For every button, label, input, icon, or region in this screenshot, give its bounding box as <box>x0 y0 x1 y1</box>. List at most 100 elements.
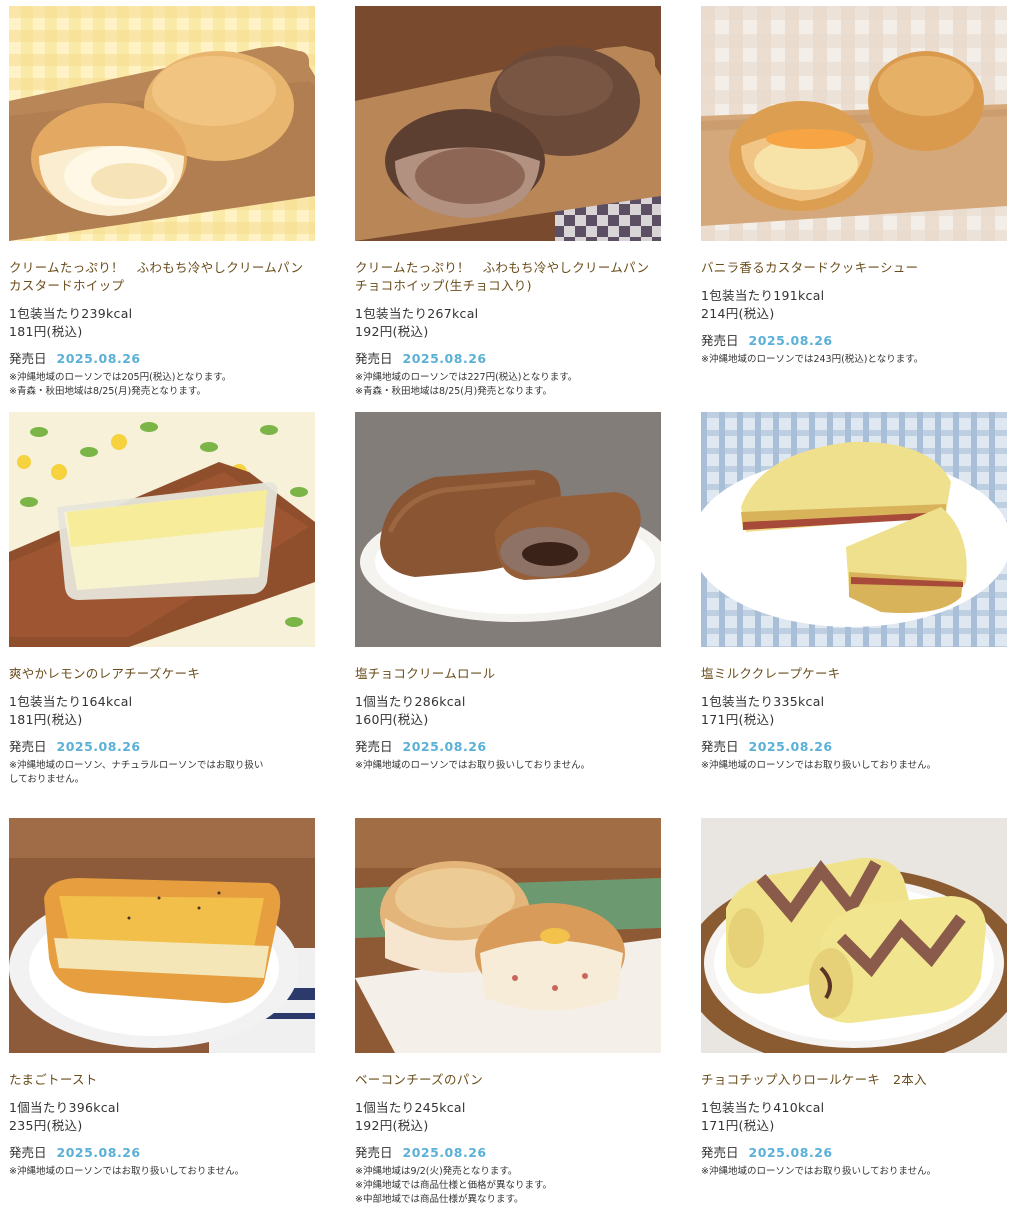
product-notes: ※沖縄地域は9/2(火)発売となります。 ※沖縄地域では商品仕様と価格が異なりま… <box>355 1165 661 1207</box>
product-calories: 1包装当たり239kcal <box>9 306 133 321</box>
product-name[interactable]: ベーコンチーズのパン <box>355 1071 661 1089</box>
note-line: ※沖縄地域のローソンではお取り扱いしておりません。 <box>701 1166 937 1177</box>
product-calories: 1個当たり245kcal <box>355 1100 466 1115</box>
product-card[interactable]: クリームたっぷり！ ふわもち冷やしクリームパン チョコホイップ(生チョコ入り) … <box>355 6 662 412</box>
product-price: 192円(税込) <box>355 1118 429 1133</box>
release-date: 2025.08.26 <box>56 351 141 366</box>
release-date: 2025.08.26 <box>56 739 141 754</box>
note-line: ※沖縄地域のローソンではお取り扱いしておりません。 <box>701 760 937 771</box>
release-date: 2025.08.26 <box>748 333 833 348</box>
product-card[interactable]: 塩チョコクリームロール 1個当たり286kcal 160円(税込) 発売日 202… <box>355 412 661 818</box>
product-notes: ※沖縄地域のローソンでは205円(税込)となります。 ※青森・秋田地域は8/25… <box>9 371 315 399</box>
release-info: 発売日 2025.08.26 <box>701 739 1007 755</box>
release-date: 2025.08.26 <box>748 739 833 754</box>
product-photo[interactable] <box>701 412 1007 647</box>
note-line: しておりません。 <box>9 774 85 785</box>
release-info: 発売日 2025.08.26 <box>9 1145 315 1161</box>
release-info: 発売日 2025.08.26 <box>701 1145 1007 1161</box>
release-label: 発売日 <box>355 739 393 754</box>
product-calories: 1包装当たり410kcal <box>701 1100 825 1115</box>
product-photo[interactable] <box>701 6 1007 241</box>
release-label: 発売日 <box>355 1145 393 1160</box>
product-notes: ※沖縄地域のローソンではお取り扱いしておりません。 <box>355 759 661 773</box>
product-name[interactable]: 爽やかレモンのレアチーズケーキ <box>9 665 315 683</box>
product-notes: ※沖縄地域のローソンでは227円(税込)となります。 ※青森・秋田地域は8/25… <box>355 371 661 399</box>
product-card[interactable]: チョコチップ入りロールケーキ 2本入 1包装当たり410kcal 171円(税込… <box>701 818 1007 1218</box>
release-date: 2025.08.26 <box>56 1145 141 1160</box>
product-card[interactable]: 爽やかレモンのレアチーズケーキ 1包装当たり164kcal 181円(税込) 発… <box>9 412 315 818</box>
product-photo[interactable] <box>355 412 661 647</box>
release-date: 2025.08.26 <box>402 1145 487 1160</box>
product-calories: 1個当たり396kcal <box>9 1100 120 1115</box>
product-calories: 1包装当たり191kcal <box>701 288 825 303</box>
release-info: 発売日 2025.08.26 <box>9 351 315 367</box>
product-name[interactable]: 塩チョコクリームロール <box>355 665 661 683</box>
note-line: ※中部地域では商品仕様が異なります。 <box>355 1194 524 1205</box>
release-label: 発売日 <box>701 739 739 754</box>
release-info: 発売日 2025.08.26 <box>9 739 315 755</box>
product-notes: ※沖縄地域のローソンではお取り扱いしておりません。 <box>701 759 1007 773</box>
product-calories: 1包装当たり164kcal <box>9 694 133 709</box>
product-price: 235円(税込) <box>9 1118 83 1133</box>
release-label: 発売日 <box>9 351 47 366</box>
release-label: 発売日 <box>9 1145 47 1160</box>
product-grid: クリームたっぷり！ ふわもち冷やしクリームパン カスタードホイップ 1包装当たり… <box>9 6 1009 1218</box>
note-line: ※沖縄地域のローソンでは205円(税込)となります。 <box>9 372 232 383</box>
egg-toast-photo <box>9 818 315 1053</box>
product-calories: 1個当たり286kcal <box>355 694 466 709</box>
product-price: 171円(税込) <box>701 1118 775 1133</box>
product-notes: ※沖縄地域のローソン、ナチュラルローソンではお取り扱い しておりません。 <box>9 759 315 787</box>
product-card[interactable]: クリームたっぷり！ ふわもち冷やしクリームパン カスタードホイップ 1包装当たり… <box>9 6 316 412</box>
product-calories: 1包装当たり335kcal <box>701 694 825 709</box>
product-card[interactable]: 塩ミルククレープケーキ 1包装当たり335kcal 171円(税込) 発売日 20… <box>701 412 1007 818</box>
product-price: 171円(税込) <box>701 712 775 727</box>
product-calories: 1包装当たり267kcal <box>355 306 479 321</box>
product-photo[interactable] <box>9 6 315 241</box>
choco-chip-roll-cake-photo <box>701 818 1007 1053</box>
product-name[interactable]: クリームたっぷり！ ふわもち冷やしクリームパン チョコホイップ(生チョコ入り) <box>355 259 662 295</box>
product-name[interactable]: 塩ミルククレープケーキ <box>701 665 1007 683</box>
product-price: 181円(税込) <box>9 712 83 727</box>
product-photo[interactable] <box>701 818 1007 1053</box>
salt-choco-roll-photo <box>355 412 661 647</box>
product-card[interactable]: たまごトースト 1個当たり396kcal 235円(税込) 発売日 2025.08… <box>9 818 315 1218</box>
release-date: 2025.08.26 <box>748 1145 833 1160</box>
product-photo[interactable] <box>355 6 661 241</box>
product-name[interactable]: たまごトースト <box>9 1071 315 1089</box>
product-photo[interactable] <box>355 818 661 1053</box>
product-price: 181円(税込) <box>9 324 83 339</box>
release-label: 発売日 <box>701 333 739 348</box>
product-name[interactable]: バニラ香るカスタードクッキーシュー <box>701 259 1007 277</box>
product-photo[interactable] <box>9 412 315 647</box>
release-info: 発売日 2025.08.26 <box>355 1145 661 1161</box>
release-info: 発売日 2025.08.26 <box>355 739 661 755</box>
release-date: 2025.08.26 <box>402 739 487 754</box>
product-name[interactable]: チョコチップ入りロールケーキ 2本入 <box>701 1071 1007 1089</box>
note-line: ※青森・秋田地域は8/25(月)発売となります。 <box>355 386 552 397</box>
note-line: ※沖縄地域のローソンではお取り扱いしておりません。 <box>355 760 591 771</box>
milk-crepe-cake-photo <box>701 412 1007 647</box>
product-price: 214円(税込) <box>701 306 775 321</box>
product-name[interactable]: クリームたっぷり！ ふわもち冷やしクリームパン カスタードホイップ <box>9 259 316 295</box>
release-label: 発売日 <box>9 739 47 754</box>
product-photo[interactable] <box>9 818 315 1053</box>
custard-cream-bun-photo <box>9 6 315 241</box>
note-line: ※沖縄地域のローソンではお取り扱いしておりません。 <box>9 1166 245 1177</box>
product-card[interactable]: ベーコンチーズのパン 1個当たり245kcal 192円(税込) 発売日 2025… <box>355 818 661 1218</box>
note-line: ※沖縄地域のローソン、ナチュラルローソンではお取り扱い <box>9 760 264 771</box>
note-line: ※沖縄地域では商品仕様と価格が異なります。 <box>355 1180 553 1191</box>
release-label: 発売日 <box>355 351 393 366</box>
release-label: 発売日 <box>701 1145 739 1160</box>
note-line: ※沖縄地域のローソンでは227円(税込)となります。 <box>355 372 578 383</box>
release-info: 発売日 2025.08.26 <box>355 351 661 367</box>
release-info: 発売日 2025.08.26 <box>701 333 1007 349</box>
product-card[interactable]: バニラ香るカスタードクッキーシュー 1包装当たり191kcal 214円(税込)… <box>701 6 1007 412</box>
note-line: ※沖縄地域は9/2(火)発売となります。 <box>355 1166 518 1177</box>
product-notes: ※沖縄地域のローソンではお取り扱いしておりません。 <box>701 1165 1007 1179</box>
cookie-choux-photo <box>701 6 1007 241</box>
release-date: 2025.08.26 <box>402 351 487 366</box>
lemon-cheesecake-photo <box>9 412 315 647</box>
product-notes: ※沖縄地域のローソンではお取り扱いしておりません。 <box>9 1165 315 1179</box>
note-line: ※青森・秋田地域は8/25(月)発売となります。 <box>9 386 206 397</box>
chocolate-cream-bun-photo <box>355 6 661 241</box>
